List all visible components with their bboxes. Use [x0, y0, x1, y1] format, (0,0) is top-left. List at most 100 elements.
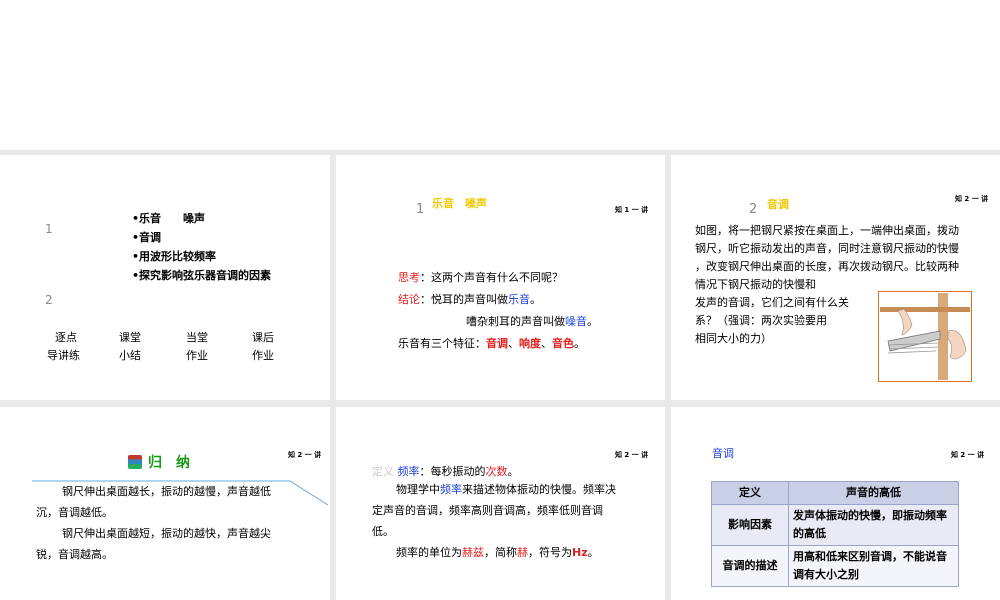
text: ，简称: [484, 546, 517, 559]
paragraph-line: 物理学中频率来描述物体振动的快慢。频率决: [396, 481, 616, 499]
frequency-term: 频率: [397, 465, 420, 478]
body-line: ，改变钢尺伸出桌面的长度，再次拨动钢尺。比较两种: [695, 260, 959, 273]
table-header-row: 定义 声音的高低: [711, 481, 959, 505]
definition-line: 定义 频率：每秒振动的次数。: [372, 463, 519, 481]
punctuation: 。: [530, 293, 541, 306]
slide-tag: 知 1 一 讲: [615, 206, 649, 214]
books-icon: [128, 455, 142, 469]
punctuation: 。: [574, 337, 585, 350]
conclusion-label: 结论: [398, 293, 420, 306]
paragraph-line: 低。: [372, 525, 394, 538]
hertz-term: 赫兹: [462, 546, 484, 559]
table-cell: 定义: [711, 481, 789, 505]
slide-tag: 知 2 一 讲: [955, 195, 989, 203]
noise-line: 嘈杂刺耳的声音叫做噪音。: [466, 313, 598, 331]
text: 物理学中: [396, 483, 440, 496]
nav-label: 课后: [252, 331, 274, 344]
summary-line: 沉，音调越低。: [36, 506, 113, 519]
body-line: 如图，将一把钢尺紧按在桌面上，一端伸出桌面，拨动: [695, 224, 959, 237]
punctuation: 。: [587, 546, 599, 559]
text: 来描述物体振动的快慢。频率决: [462, 483, 616, 496]
feature-loudness: 响度: [519, 337, 541, 350]
slide-sorter-view: 1 2 •乐音 噪声 •音调 •用波形比较频率 •探究影响弦乐器音调的因素 逐点…: [0, 0, 1000, 600]
conclusion-text: ：悦耳的声音叫做: [420, 293, 508, 306]
table-row: 影响因素 发声体振动的快慢，即振动频率的高低: [711, 504, 959, 546]
slide-title: 音调: [767, 198, 789, 211]
noise-text: 嘈杂刺耳的声音叫做: [466, 315, 565, 328]
table-cell: 发声体振动的快慢，即振动频率的高低: [788, 504, 959, 546]
nav-label: 作业: [252, 349, 274, 362]
slide-thumbnail-4[interactable]: 知 2 一 讲 归 纳 钢尺伸出桌面越长，振动的越慢，声音越低 沉，音调越低。 …: [0, 407, 330, 600]
summary-title: 归 纳: [148, 455, 190, 471]
nav-link-classwork[interactable]: 当堂 作业: [186, 329, 208, 365]
frequency-term: 频率: [440, 483, 462, 496]
nav-label: 课堂: [119, 331, 141, 344]
hz-symbol: Hz: [572, 546, 588, 559]
features-text: 乐音有三个特征：: [398, 337, 486, 350]
definition-label: 定义: [372, 465, 394, 478]
table-cell: 影响因素: [711, 504, 789, 546]
feature-timbre: 音色: [552, 337, 574, 350]
section-number-1: 1: [45, 222, 53, 236]
paragraph-line: 定声音的音调，频率高则音调高，频率低则音调: [372, 504, 603, 517]
slide-title: 乐音 噪声: [432, 197, 487, 210]
think-line: 思考：这两个声音有什么不同呢？: [398, 269, 563, 287]
features-line: 乐音有三个特征：音调、响度、音色。: [398, 335, 585, 353]
table-cell: 音调的描述: [711, 545, 789, 587]
body-line: 发声的音调，它们之间有什么关: [695, 296, 849, 309]
slide-tag: 知 2 一 讲: [951, 451, 985, 459]
nav-label: 逐点: [55, 331, 77, 344]
punctuation: 。: [507, 465, 519, 478]
unit-line: 频率的单位为赫兹，简称赫，符号为Hz。: [396, 544, 599, 562]
section-number-2: 2: [45, 293, 53, 307]
bullet-item: •用波形比较频率: [132, 250, 217, 263]
punctuation: 、: [541, 337, 552, 350]
table-cell: 声音的高低: [788, 481, 959, 505]
slide-title: 音调: [712, 447, 734, 460]
count-term: 次数: [485, 465, 508, 478]
punctuation: 、: [508, 337, 519, 350]
body-line: 钢尺，听它振动发出的声音，同时注意钢尺振动的快慢: [695, 242, 959, 255]
nav-link-homework[interactable]: 课后 作业: [252, 329, 274, 365]
conclusion-line: 结论：悦耳的声音叫做乐音。: [398, 291, 541, 309]
noise-term: 噪音: [565, 315, 587, 328]
bullet-item: •探究影响弦乐器音调的因素: [132, 269, 272, 282]
punctuation: 。: [587, 315, 598, 328]
think-text: ：这两个声音有什么不同呢？: [420, 271, 563, 284]
summary-line: 钢尺伸出桌面越长，振动的越慢，声音越低: [62, 485, 271, 498]
slide-thumbnail-5[interactable]: 知 2 一 讲 定义 频率：每秒振动的次数。 物理学中频率来描述物体振动的快慢。…: [336, 407, 665, 600]
section-number: 1: [416, 202, 425, 217]
table-row: 音调的描述 用高和低来区别音调，不能说音调有大小之别: [711, 545, 959, 587]
musical-sound-term: 乐音: [508, 293, 530, 306]
nav-link-guide[interactable]: 逐点 导讲练: [47, 329, 80, 365]
nav-label: 作业: [186, 349, 208, 362]
bullet-item: •音调: [132, 231, 162, 244]
body-line: 系？（强调：两次实验要用: [695, 314, 827, 327]
pitch-table: 定义 声音的高低 影响因素 发声体振动的快慢，即振动频率的高低 音调的描述 用高…: [711, 481, 959, 587]
nav-label: 导讲练: [47, 349, 80, 362]
feature-pitch: 音调: [486, 337, 508, 350]
definition-text: ：每秒振动的: [419, 465, 486, 478]
slide-tag: 知 2 一 讲: [615, 451, 649, 459]
hertz-short-term: 赫: [517, 546, 528, 559]
table-cell: 用高和低来区别音调，不能说音调有大小之别: [788, 545, 959, 587]
text: 频率的单位为: [396, 546, 462, 559]
nav-label: 小结: [119, 349, 141, 362]
section-number: 2: [749, 202, 758, 217]
nav-link-summary[interactable]: 课堂 小结: [119, 329, 141, 365]
nav-label: 当堂: [186, 331, 208, 344]
text: ，符号为: [528, 546, 572, 559]
slide-thumbnail-2[interactable]: 1 乐音 噪声 知 1 一 讲 思考：这两个声音有什么不同呢？ 结论：悦耳的声音…: [336, 155, 665, 400]
think-label: 思考: [398, 271, 420, 284]
slide-thumbnail-1[interactable]: 1 2 •乐音 噪声 •音调 •用波形比较频率 •探究影响弦乐器音调的因素 逐点…: [0, 155, 330, 400]
bullet-item: •乐音 噪声: [132, 212, 206, 225]
slide-tag: 知 2 一 讲: [288, 451, 322, 459]
body-line: 情况下钢尺振动的快慢和: [695, 278, 816, 291]
ruler-experiment-image: [878, 291, 972, 382]
body-line: 相同大小的力）: [695, 332, 772, 345]
slide-thumbnail-6[interactable]: 知 2 一 讲 音调 定义 声音的高低 影响因素 发声体振动的快慢，即振动频率的…: [671, 407, 1000, 600]
summary-heading: 归 纳: [128, 454, 190, 472]
summary-line: 钢尺伸出桌面越短，振动的越快，声音越尖: [62, 527, 271, 540]
slide-thumbnail-3[interactable]: 知 2 一 讲 2 音调 如图，将一把钢尺紧按在桌面上，一端伸出桌面，拨动 钢尺…: [671, 155, 1000, 400]
summary-line: 锐，音调越高。: [36, 548, 113, 561]
